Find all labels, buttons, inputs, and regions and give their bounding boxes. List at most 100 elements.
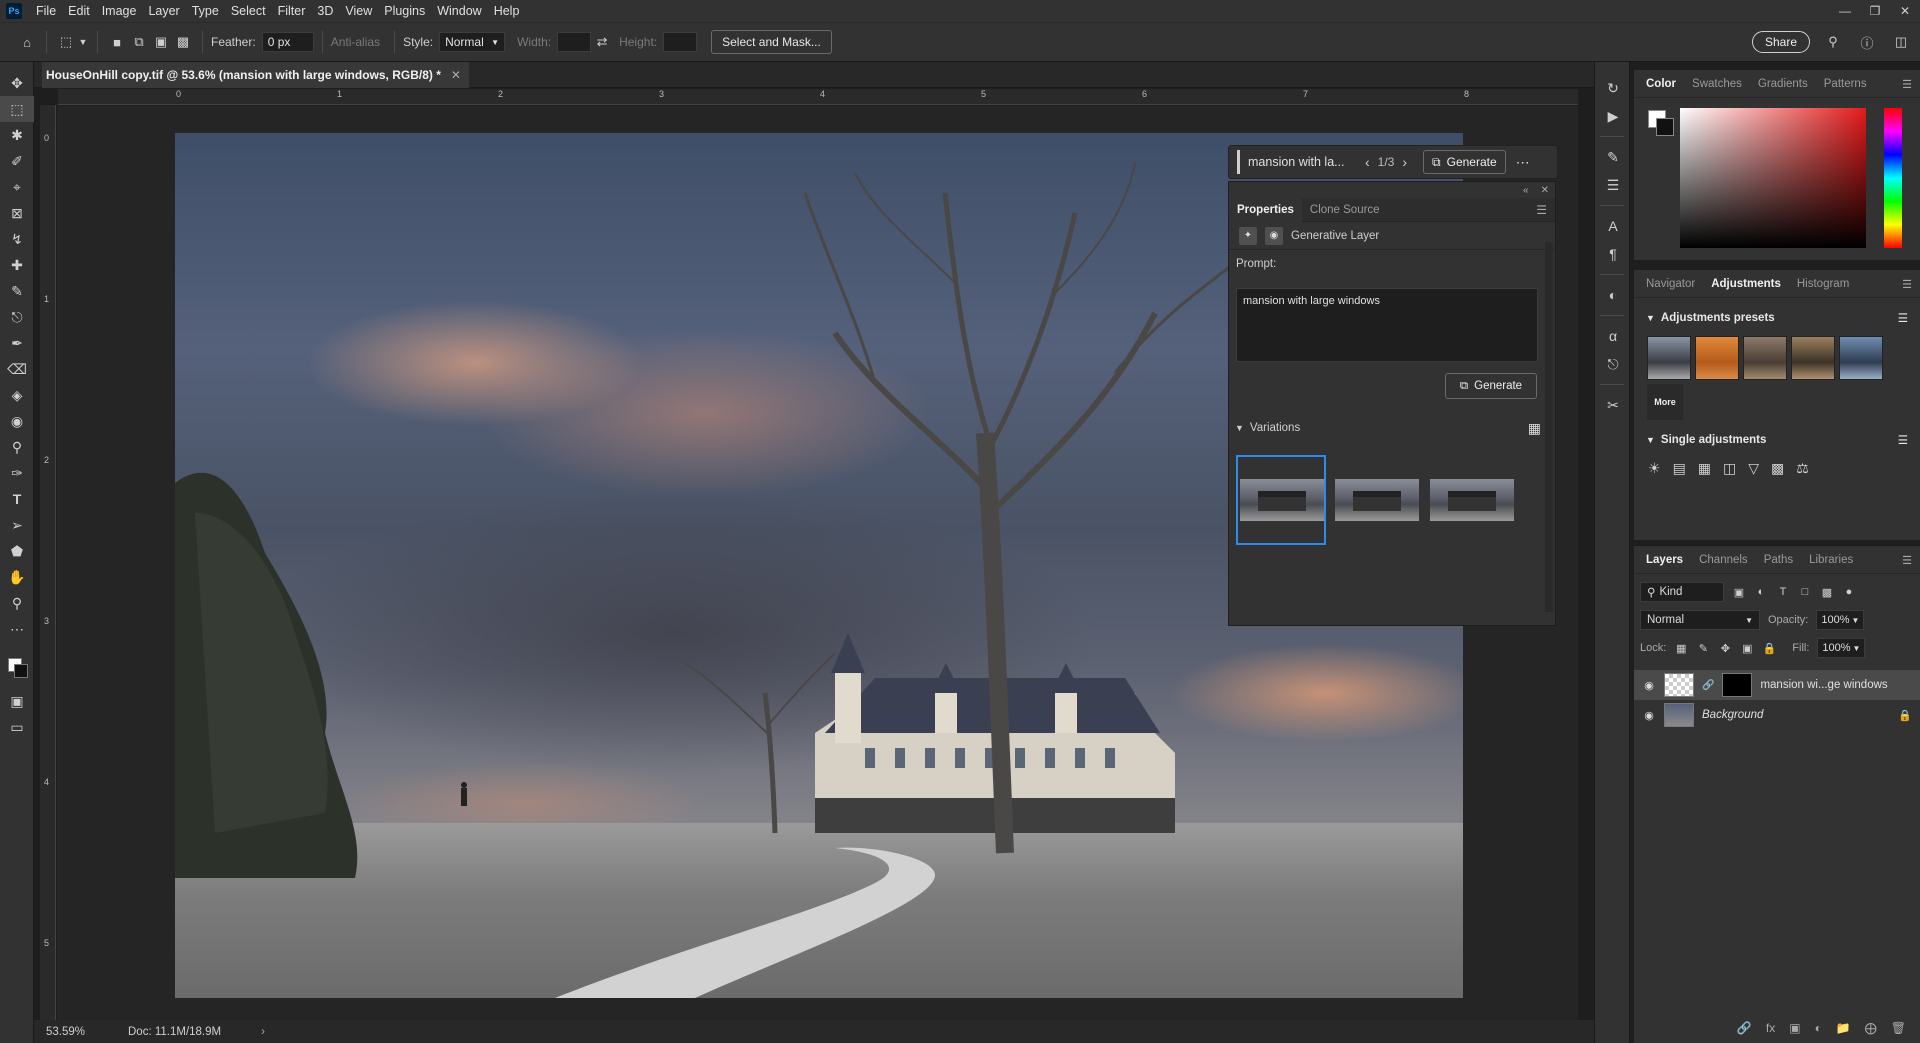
close-panel-icon[interactable]: ✕ <box>1541 185 1549 196</box>
new-layer-icon[interactable]: ⨁ <box>1865 1021 1877 1035</box>
select-and-mask-button[interactable]: Select and Mask... <box>711 30 832 54</box>
tools-preset-icon[interactable]: ✂ <box>1595 391 1631 419</box>
adjust-sliders-icon[interactable]: ☰ <box>1595 171 1631 199</box>
prompt-preview[interactable]: mansion with la... <box>1237 150 1357 174</box>
shape-tool-icon[interactable]: ⬟ <box>0 538 34 564</box>
quick-selection-tool-icon[interactable]: ✐ <box>0 148 34 174</box>
visibility-eye-icon[interactable]: ◉ <box>1642 679 1656 692</box>
delete-layer-icon[interactable]: 🗑 <box>1891 1021 1906 1035</box>
menu-filter[interactable]: Filter <box>272 0 312 22</box>
opacity-input[interactable]: 100% ▼ <box>1816 610 1865 630</box>
previous-variation-icon[interactable]: ‹ <box>1357 154 1378 170</box>
smart-object-filter-icon[interactable]: ▩ <box>1820 586 1834 599</box>
menu-help[interactable]: Help <box>488 0 526 22</box>
eyedropper-tool-icon[interactable]: ↯ <box>0 226 34 252</box>
layer-mask-thumbnail[interactable] <box>1722 673 1753 697</box>
rect-marquee-preset-icon[interactable]: ⬚ <box>55 31 77 53</box>
prompt-textarea[interactable]: mansion with large windows <box>1236 288 1538 362</box>
move-tool-icon[interactable]: ✥ <box>0 70 34 96</box>
tab-properties[interactable]: Properties <box>1229 197 1302 222</box>
add-mask-icon[interactable]: ▣ <box>1789 1021 1800 1035</box>
minimize-icon[interactable]: — <box>1830 0 1860 22</box>
tab-gradients[interactable]: Gradients <box>1750 78 1816 90</box>
next-variation-icon[interactable]: › <box>1394 154 1415 170</box>
hue-saturation-icon[interactable]: ▩ <box>1771 460 1784 477</box>
tab-layers[interactable]: Layers <box>1638 554 1691 566</box>
brightness-icon[interactable]: ☀ <box>1648 460 1661 477</box>
glyphs-icon[interactable]: α <box>1595 322 1631 350</box>
pen-tool-icon[interactable]: ✑ <box>0 460 34 486</box>
tab-adjustments[interactable]: Adjustments <box>1703 278 1789 290</box>
brush-settings-icon[interactable]: ✎ <box>1595 143 1631 171</box>
paragraph-icon[interactable]: ¶ <box>1595 240 1631 268</box>
layer-name[interactable]: mansion wi...ge windows <box>1760 679 1887 691</box>
lasso-tool-icon[interactable]: ✱ <box>0 122 34 148</box>
layer-kind-filter[interactable]: ⚲ Kind <box>1640 582 1724 602</box>
collapse-panel-icon[interactable]: « <box>1523 185 1529 196</box>
menu-type[interactable]: Type <box>186 0 225 22</box>
type-tool-icon[interactable]: T <box>0 486 34 512</box>
vibrance-icon[interactable]: ▽ <box>1748 460 1759 477</box>
search-icon[interactable]: ⚲ <box>1822 31 1844 53</box>
eraser-tool-icon[interactable]: ⌫ <box>0 356 34 382</box>
menu-file[interactable]: File <box>30 0 62 22</box>
menu-layer[interactable]: Layer <box>142 0 185 22</box>
taskbar-generate-button[interactable]: ⧉ Generate <box>1423 150 1506 174</box>
screen-mode-icon[interactable]: ▭ <box>0 714 34 740</box>
lock-transparency-icon[interactable]: ▦ <box>1674 642 1688 655</box>
preset-thumbnail[interactable] <box>1839 336 1883 380</box>
menu-window[interactable]: Window <box>431 0 487 22</box>
tab-color[interactable]: Color <box>1638 78 1684 90</box>
menu-image[interactable]: Image <box>96 0 143 22</box>
fill-input[interactable]: 100% ▼ <box>1817 638 1866 658</box>
character-icon[interactable]: A <box>1595 212 1631 240</box>
tab-paths[interactable]: Paths <box>1756 554 1801 566</box>
healing-brush-tool-icon[interactable]: ✚ <box>0 252 34 278</box>
variation-thumbnail-3[interactable] <box>1430 479 1514 521</box>
tab-navigator[interactable]: Navigator <box>1638 278 1703 290</box>
history-brush-tool-icon[interactable]: ✒ <box>0 330 34 356</box>
width-input[interactable] <box>557 32 592 52</box>
lock-artboard-icon[interactable]: ▣ <box>1740 642 1754 655</box>
hand-tool-icon[interactable]: ✋ <box>0 564 34 590</box>
grid-view-icon[interactable]: ▦ <box>1528 420 1541 437</box>
lock-pixels-icon[interactable]: ✎ <box>1696 642 1710 655</box>
quick-mask-icon[interactable]: ▣ <box>0 688 34 714</box>
blur-tool-icon[interactable]: ◉ <box>0 408 34 434</box>
visibility-eye-icon[interactable]: ◉ <box>1642 709 1656 722</box>
more-tools-icon[interactable]: ⋯ <box>0 616 34 642</box>
layer-style-icon[interactable]: fx <box>1766 1021 1775 1035</box>
pixel-filter-icon[interactable]: ▣ <box>1732 586 1746 599</box>
history-icon[interactable]: ↻ <box>1595 74 1631 102</box>
tab-clone-source[interactable]: Clone Source <box>1302 198 1388 222</box>
shape-filter-icon[interactable]: □ <box>1798 586 1812 598</box>
blend-mode-select[interactable]: Normal ▼ <box>1640 610 1760 630</box>
clone-source-icon[interactable]: ⎋ <box>1595 350 1631 378</box>
panel-menu-icon[interactable]: ☰ <box>1536 203 1547 217</box>
height-input[interactable] <box>663 32 698 52</box>
anti-alias-checkbox[interactable]: Anti-alias <box>331 35 380 49</box>
frame-tool-icon[interactable]: ⊠ <box>0 200 34 226</box>
hue-slider[interactable] <box>1884 108 1902 248</box>
rect-marquee-tool-icon[interactable]: ⬚ <box>0 96 34 122</box>
status-menu-arrow-icon[interactable]: › <box>261 1026 265 1038</box>
curves-icon[interactable]: ▦ <box>1698 460 1711 477</box>
zoom-level[interactable]: 53.59% <box>46 1026 116 1038</box>
list-view-icon[interactable]: ☰ <box>1898 311 1908 325</box>
layer-row[interactable]: ◉ Background 🔒 <box>1634 700 1920 730</box>
layer-name[interactable]: Background <box>1702 709 1763 721</box>
panel-menu-icon[interactable]: ☰ <box>1902 554 1912 567</box>
variation-thumbnail-1[interactable] <box>1240 479 1324 521</box>
share-button[interactable]: Share <box>1751 31 1810 53</box>
styles-icon[interactable]: ◐ <box>1595 281 1631 309</box>
tab-histogram[interactable]: Histogram <box>1789 278 1857 290</box>
restore-icon[interactable]: ❐ <box>1860 0 1890 22</box>
preset-thumbnail[interactable] <box>1647 336 1691 380</box>
menu-3d[interactable]: 3D <box>311 0 339 22</box>
tab-patterns[interactable]: Patterns <box>1816 78 1875 90</box>
menu-view[interactable]: View <box>339 0 378 22</box>
zoom-tool-icon[interactable]: ⚲ <box>0 590 34 616</box>
menu-select[interactable]: Select <box>225 0 272 22</box>
preset-thumbnail[interactable] <box>1743 336 1787 380</box>
color-picker-field[interactable] <box>1680 108 1866 248</box>
